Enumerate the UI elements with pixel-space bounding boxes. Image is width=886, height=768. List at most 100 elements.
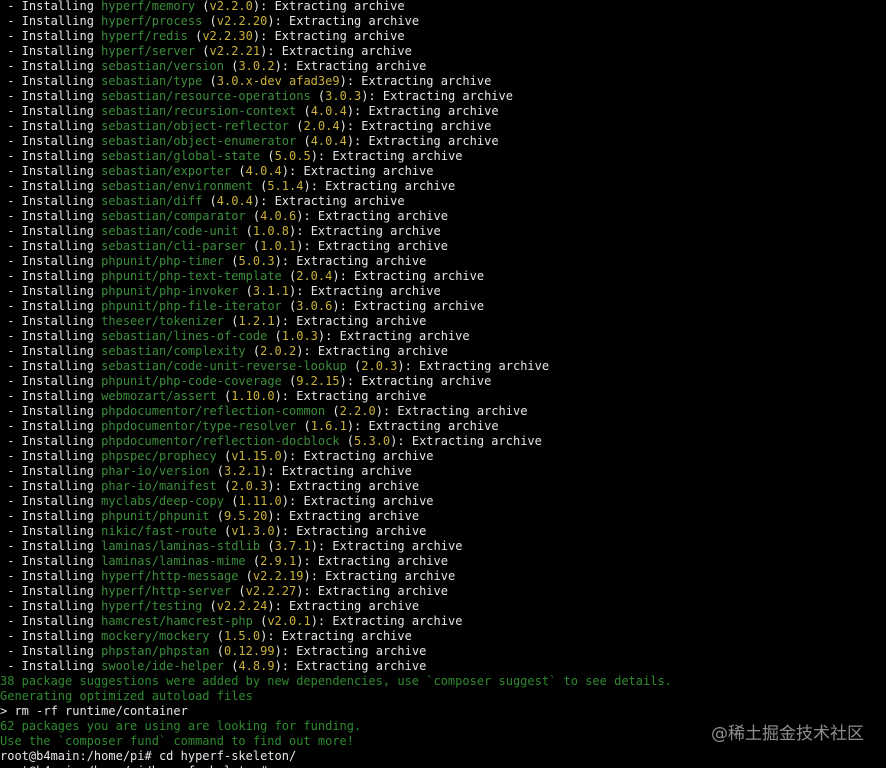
package-name: phpunit/phpunit (101, 509, 210, 523)
version-open-paren: ( (260, 539, 275, 553)
package-name: sebastian/code-unit (101, 224, 239, 238)
package-version: v2.2.20 (216, 14, 268, 28)
extract-status: : Extracting archive (260, 0, 405, 13)
install-line: - Installing sebastian/type (3.0.x-dev a… (0, 74, 886, 89)
version-open-paren: ( (245, 344, 261, 358)
extract-status: : Extracting archive (325, 329, 470, 343)
package-version: 1.0.3 (281, 329, 318, 343)
install-prefix: - Installing (0, 44, 102, 58)
extract-status: : Extracting archive (317, 149, 463, 163)
install-prefix: - Installing (0, 59, 102, 73)
package-version: 1.10.0 (231, 389, 275, 403)
install-line: - Installing phpspec/prophecy (v1.15.0):… (0, 449, 886, 464)
install-line: - Installing phpdocumentor/reflection-do… (0, 434, 886, 449)
version-open-paren: ( (216, 449, 232, 463)
extract-status: : Extracting archive (303, 554, 448, 568)
install-line: - Installing sebastian/global-state (5.0… (0, 149, 886, 164)
extract-status: : Extracting archive (368, 89, 513, 103)
extract-status: : Extracting archive (281, 314, 427, 328)
extract-status: : Extracting archive (281, 644, 427, 658)
version-close-paren: ) (274, 524, 282, 538)
version-open-paren: ( (209, 464, 224, 478)
package-version: 5.1.4 (267, 179, 304, 193)
extract-status: : Extracting archive (274, 599, 420, 613)
extract-status: : Extracting archive (346, 74, 492, 88)
package-name: phar-io/version (101, 464, 210, 478)
package-version: v2.2.27 (245, 584, 297, 598)
version-close-paren: ) (281, 449, 290, 463)
version-open-paren: ( (260, 149, 275, 163)
extract-status: : Extracting archive (354, 104, 499, 118)
version-open-paren: ( (209, 629, 224, 643)
package-version: 3.0.x-dev afad3e9 (216, 74, 340, 88)
install-prefix: - Installing (0, 209, 102, 223)
package-name: sebastian/lines-of-code (101, 329, 268, 343)
package-version: 4.0.4 (310, 134, 347, 148)
install-line: - Installing sebastian/resource-operatio… (0, 89, 886, 104)
package-name: phpunit/php-invoker (101, 284, 239, 298)
install-line: - Installing hyperf/server (v2.2.21): Ex… (0, 44, 886, 59)
version-open-paren: ( (339, 434, 355, 448)
install-prefix: - Installing (0, 119, 102, 133)
version-open-paren: ( (231, 584, 246, 598)
version-close-paren: ) (274, 659, 282, 673)
extract-status: : Extracting archive (339, 269, 485, 283)
extract-status: : Extracting archive (354, 134, 499, 148)
install-line: - Installing phpunit/php-code-coverage (… (0, 374, 886, 389)
package-version: 0.12.99 (223, 644, 275, 658)
install-line: - Installing hamcrest/hamcrest-php (v2.0… (0, 614, 886, 629)
version-open-paren: ( (223, 494, 239, 508)
package-name: swoole/ide-helper (101, 659, 224, 673)
package-version: v2.2.30 (202, 29, 253, 43)
output-line: > rm -rf runtime/container (0, 704, 188, 718)
version-close-paren: ) (339, 374, 347, 388)
package-name: phpdocumentor/type-resolver (101, 419, 297, 433)
package-name: hyperf/memory (101, 0, 196, 13)
install-prefix: - Installing (0, 149, 102, 163)
package-name: phpunit/php-code-coverage (101, 374, 282, 388)
install-line: - Installing sebastian/lines-of-code (1.… (0, 329, 886, 344)
package-version: 2.0.4 (296, 269, 333, 283)
install-line: - Installing sebastian/comparator (4.0.6… (0, 209, 886, 224)
package-name: hyperf/server (101, 44, 196, 58)
version-open-paren: ( (238, 284, 253, 298)
version-open-paren: ( (267, 329, 282, 343)
version-close-paren: ) (310, 614, 318, 628)
version-open-paren: ( (238, 224, 253, 238)
version-open-paren: ( (281, 374, 297, 388)
install-prefix: - Installing (0, 74, 102, 88)
install-prefix: - Installing (0, 449, 102, 463)
version-open-paren: ( (281, 299, 297, 313)
package-version: 4.0.6 (260, 209, 297, 223)
package-version: 4.0.4 (310, 104, 347, 118)
version-close-paren: ) (310, 149, 318, 163)
install-line: - Installing sebastian/code-unit-reverse… (0, 359, 886, 374)
extract-status: : Extracting archive (404, 359, 550, 373)
install-prefix: - Installing (0, 254, 102, 268)
extract-status: : Extracting archive (310, 569, 456, 583)
package-name: sebastian/diff (101, 194, 203, 208)
install-line: - Installing laminas/laminas-mime (2.9.1… (0, 554, 886, 569)
terminal-output[interactable]: - Installing hyperf/memory (v2.2.0): Ext… (0, 0, 886, 768)
output-line: root@b4main:/home/pi/hyperf-skeleton# (0, 764, 886, 768)
package-version: 3.2.1 (223, 464, 261, 478)
package-name: sebastian/environment (101, 179, 253, 193)
package-version: 2.2.0 (339, 404, 376, 418)
install-prefix: - Installing (0, 389, 102, 403)
install-line: - Installing phpunit/phpunit (9.5.20): E… (0, 509, 886, 524)
install-prefix: - Installing (0, 644, 102, 658)
version-open-paren: ( (289, 119, 304, 133)
version-close-paren: ) (310, 539, 318, 553)
install-prefix: - Installing (0, 554, 102, 568)
install-prefix: - Installing (0, 494, 102, 508)
package-name: hyperf/process (101, 14, 203, 28)
package-version: 3.7.1 (274, 539, 311, 553)
version-open-paren: ( (296, 134, 311, 148)
package-version: 9.5.20 (223, 509, 268, 523)
package-name: nikic/fast-route (101, 524, 217, 538)
package-name: myclabs/deep-copy (101, 494, 224, 508)
extract-status: : Extracting archive (303, 209, 448, 223)
extract-status: : Extracting archive (274, 14, 420, 28)
output-line: Generating optimized autoload files (0, 689, 253, 703)
package-name: phar-io/manifest (101, 479, 217, 493)
